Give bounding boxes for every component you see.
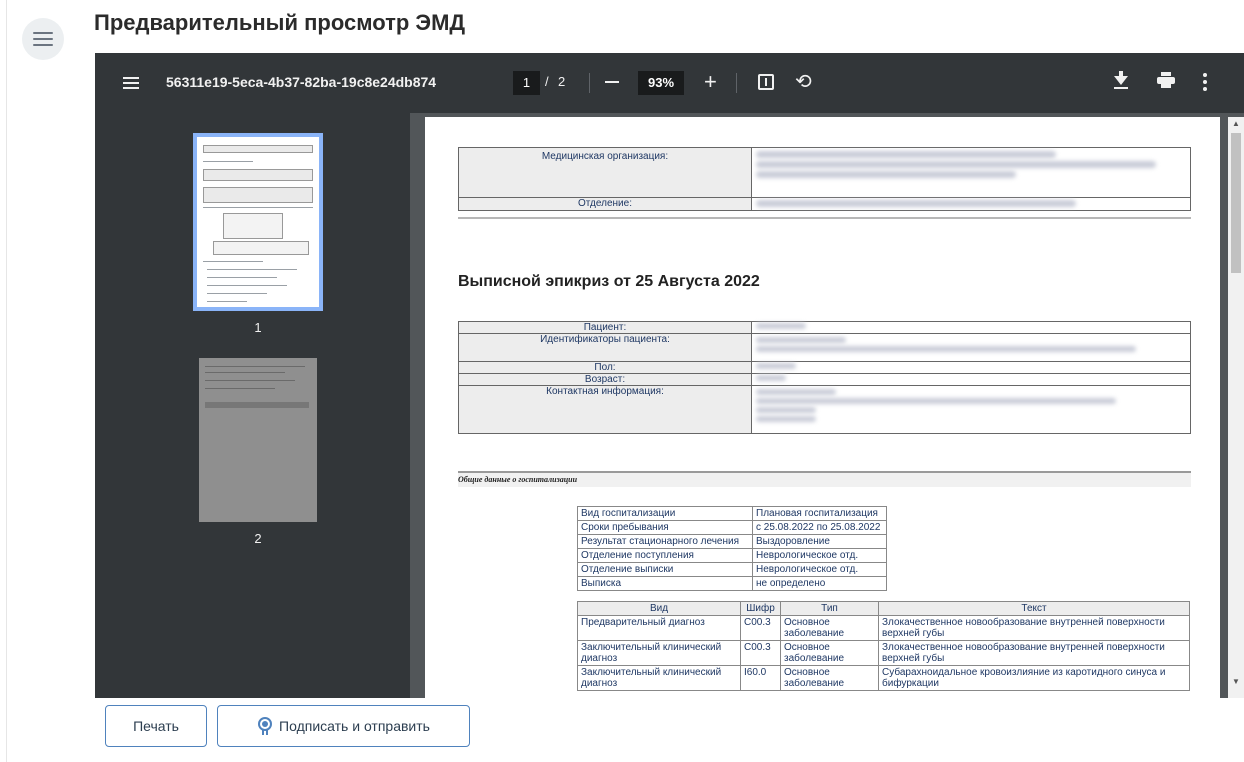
page-title: Предварительный просмотр ЭМД bbox=[94, 10, 466, 35]
menu-button[interactable] bbox=[22, 18, 64, 60]
diag-header-code: Шифр bbox=[740, 601, 781, 616]
org-label: Медицинская организация: bbox=[458, 147, 752, 198]
ids-value-redacted bbox=[751, 333, 1191, 362]
scroll-down-icon[interactable]: ▼ bbox=[1232, 677, 1240, 686]
hosp-label: Вид госпитализации bbox=[577, 506, 753, 521]
thumbnail-sidebar: 1 2 bbox=[95, 113, 410, 698]
hosp-label: Выписка bbox=[577, 576, 753, 591]
hosp-label: Отделение поступления bbox=[577, 548, 753, 563]
page-number-input[interactable]: 1 bbox=[513, 71, 540, 95]
diag-text: Субарахноидальное кровоизлияние из карот… bbox=[878, 665, 1190, 691]
thumbnail-label-2: 2 bbox=[254, 531, 262, 546]
more-icon[interactable] bbox=[1203, 73, 1207, 91]
sign-and-send-button[interactable]: Подписать и отправить bbox=[217, 705, 470, 747]
pdf-menu-icon[interactable] bbox=[123, 77, 139, 89]
diag-code: I60.0 bbox=[740, 665, 781, 691]
table-row: Выписка не определено bbox=[577, 576, 887, 591]
diag-type: Основное заболевание bbox=[780, 640, 879, 666]
sex-value-redacted bbox=[751, 361, 1191, 374]
fit-page-icon[interactable] bbox=[758, 74, 774, 90]
age-value-redacted bbox=[751, 373, 1191, 386]
diag-text: Злокачественное новообразование внутренн… bbox=[878, 640, 1190, 666]
table-row: Результат стационарного лечения Выздоровл… bbox=[577, 534, 887, 549]
pdf-viewer: 56311e19-5eca-4b37-82ba-19c8e24db874 1 /… bbox=[95, 53, 1244, 698]
patient-table: Пациент: Идентификаторы пациента: Пол: В… bbox=[458, 321, 1191, 434]
table-row: Вид госпитализации Плановая госпитализаци… bbox=[577, 506, 887, 521]
age-label: Возраст: bbox=[458, 373, 752, 386]
zoom-level[interactable]: 93% bbox=[638, 71, 684, 95]
pdf-toolbar: 56311e19-5eca-4b37-82ba-19c8e24db874 1 /… bbox=[95, 53, 1244, 113]
table-row: Заключительный клинический диагноз I60.0 О… bbox=[577, 665, 1190, 691]
patient-value-redacted bbox=[751, 321, 1191, 334]
sex-label: Пол: bbox=[458, 361, 752, 374]
print-button-label: Печать bbox=[133, 718, 179, 734]
hosp-label: Сроки пребывания bbox=[577, 520, 753, 535]
diag-type: Основное заболевание bbox=[780, 665, 879, 691]
hospitalization-table: Вид госпитализации Плановая госпитализаци… bbox=[577, 506, 887, 591]
print-button[interactable]: Печать bbox=[105, 705, 207, 747]
table-row: Отделение поступления Неврологическое отд… bbox=[577, 548, 887, 563]
section-header: Общие данные о госпитализации bbox=[458, 471, 1191, 487]
diag-code: C00.3 bbox=[740, 640, 781, 666]
diag-header-text: Текст bbox=[878, 601, 1190, 616]
diag-header-type: Тип bbox=[780, 601, 879, 616]
patient-label: Пациент: bbox=[458, 321, 752, 334]
diag-kind: Заключительный клинический диагноз bbox=[577, 640, 741, 666]
download-icon[interactable] bbox=[1114, 71, 1128, 89]
scroll-up-icon[interactable]: ▲ bbox=[1232, 119, 1240, 128]
diag-kind: Заключительный клинический диагноз bbox=[577, 665, 741, 691]
left-rail bbox=[6, 0, 7, 762]
dept-value-redacted bbox=[751, 197, 1191, 211]
table-row: Предварительный диагноз C00.3 Основное заб… bbox=[577, 615, 1190, 641]
hosp-value: Неврологическое отд. bbox=[752, 562, 887, 577]
preview-page: Предварительный просмотр ЭМД 56311e19-5e… bbox=[0, 0, 1244, 762]
toolbar-divider bbox=[589, 73, 590, 93]
dept-label: Отделение: bbox=[458, 197, 752, 211]
page-thumbnail-1[interactable] bbox=[193, 133, 323, 311]
diagnosis-table: Вид Шифр Тип Текст Предварительный диагн… bbox=[577, 601, 1190, 691]
hosp-value: Выздоровление bbox=[752, 534, 887, 549]
zoom-in-icon[interactable]: + bbox=[704, 68, 717, 96]
hosp-label: Результат стационарного лечения bbox=[577, 534, 753, 549]
toolbar-divider bbox=[736, 73, 737, 93]
org-table: Медицинская организация: Отделение: bbox=[458, 147, 1191, 211]
print-icon[interactable] bbox=[1157, 72, 1175, 88]
menu-icon bbox=[33, 32, 53, 46]
hosp-value: с 25.08.2022 по 25.08.2022 bbox=[752, 520, 887, 535]
page-thumbnail-2[interactable] bbox=[199, 358, 317, 522]
document-title: Выписной эпикриз от 25 Августа 2022 bbox=[458, 273, 760, 290]
scrollbar-thumb[interactable] bbox=[1231, 133, 1241, 273]
hosp-value: не определено bbox=[752, 576, 887, 591]
contact-label: Контактная информация: bbox=[458, 385, 752, 434]
section-title: Общие данные о госпитализации bbox=[458, 475, 578, 484]
thumbnail-label-1: 1 bbox=[254, 320, 262, 335]
diag-type: Основное заболевание bbox=[780, 615, 879, 641]
zoom-out-icon[interactable] bbox=[605, 81, 619, 83]
hosp-value: Плановая госпитализация bbox=[752, 506, 887, 521]
contact-value-redacted bbox=[751, 385, 1191, 434]
rotate-icon[interactable]: ⟲ bbox=[795, 70, 812, 94]
document-page: Медицинская организация: Отделение: Выпи… bbox=[425, 117, 1220, 698]
diag-kind: Предварительный диагноз bbox=[577, 615, 741, 641]
table-row: Заключительный клинический диагноз C00.3 О… bbox=[577, 640, 1190, 666]
document-area: Медицинская организация: Отделение: Выпи… bbox=[410, 113, 1244, 698]
signature-icon bbox=[257, 717, 273, 735]
table-row: Отделение выписки Неврологическое отд. bbox=[577, 562, 887, 577]
sign-button-label: Подписать и отправить bbox=[279, 718, 430, 734]
ids-label: Идентификаторы пациента: bbox=[458, 333, 752, 362]
document-name: 56311e19-5eca-4b37-82ba-19c8e24db874 bbox=[166, 74, 437, 90]
separator bbox=[458, 217, 1191, 219]
page-total: 2 bbox=[558, 74, 566, 89]
diag-header-kind: Вид bbox=[577, 601, 741, 616]
org-value-redacted bbox=[751, 147, 1191, 198]
table-row: Сроки пребывания с 25.08.2022 по 25.08.20… bbox=[577, 520, 887, 535]
hosp-label: Отделение выписки bbox=[577, 562, 753, 577]
diag-text: Злокачественное новообразование внутренн… bbox=[878, 615, 1190, 641]
diag-code: C00.3 bbox=[740, 615, 781, 641]
hosp-value: Неврологическое отд. bbox=[752, 548, 887, 563]
page-separator: / bbox=[545, 74, 549, 89]
